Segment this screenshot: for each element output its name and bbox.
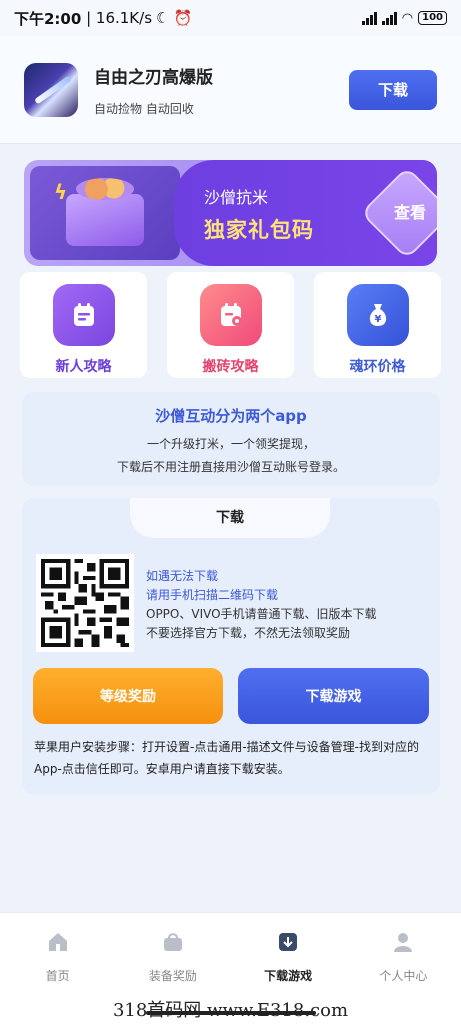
network-speed: 16.1K/s (95, 9, 153, 27)
status-icons: ◠ 100 (361, 10, 447, 26)
tile-label: 新人攻略 (55, 359, 112, 375)
signal-icon (381, 11, 397, 25)
tile-label: 搬砖攻略 (202, 359, 259, 375)
watermark: 318首码网 www.E318.com (112, 1000, 349, 1021)
level-reward-button[interactable]: 等级奖励 (33, 668, 223, 724)
qr-code (36, 554, 134, 652)
info-line: 下载后不用注册直接用沙僧互动账号登录。 (116, 460, 345, 474)
gift-code-banner[interactable]: ϟ 沙僧抗米 独家礼包码 查看 (24, 160, 437, 266)
user-icon (392, 931, 414, 953)
hint-line: OPPO、VIVO手机请普通下载、旧版本下载 (146, 607, 377, 621)
signal-icon (361, 11, 377, 25)
download-game-button[interactable]: 下载游戏 (238, 668, 429, 724)
alarm-icon: ⏰ (173, 9, 193, 27)
home-icon (47, 931, 69, 953)
nav-label: 首页 (45, 969, 70, 983)
battery-icon: 100 (418, 11, 447, 25)
download-card: 下载 如遇无法下载 请用手机扫描二维码下载 OPPO、VIVO手机请普通下载、旧 (22, 498, 440, 794)
svg-text:¥: ¥ (374, 314, 381, 325)
tile-soul-ring-price[interactable]: ¥ 魂环价格 (314, 272, 441, 378)
moon-icon: ☾ (156, 9, 170, 27)
gift-box-illustration: ϟ (30, 166, 180, 260)
status-separator: | (81, 9, 96, 27)
download-section-title: 下载 (130, 498, 330, 538)
nav-label: 下载游戏 (264, 969, 313, 983)
tile-label: 魂环价格 (349, 359, 406, 375)
banner-content: 沙僧抗米 独家礼包码 查看 (174, 160, 437, 266)
hint-line: 请用手机扫描二维码下载 (146, 588, 279, 602)
info-card: 沙僧互动分为两个app 一个升级打米，一个领奖提现， 下载后不用注册直接用沙僧互… (22, 392, 440, 486)
view-button[interactable]: 查看 (390, 200, 430, 226)
hint-line: 如遇无法下载 (146, 569, 219, 583)
app-title: 自由之刃高爆版 (94, 67, 213, 88)
banner-subtitle: 沙僧抗米 (204, 188, 269, 207)
app-header: 自由之刃高爆版 自动捡物 自动回收 下载 (0, 36, 461, 144)
shortcut-tiles: 新人攻略 搬砖攻略 ¥ 魂环价格 (20, 272, 441, 378)
info-title: 沙僧互动分为两个app (155, 407, 307, 425)
download-box-icon (277, 931, 299, 953)
clipboard-icon (52, 284, 115, 346)
tile-newbie-guide[interactable]: 新人攻略 (20, 272, 147, 378)
tile-brick-guide[interactable]: 搬砖攻略 (167, 272, 294, 378)
header-download-button[interactable]: 下载 (349, 69, 437, 110)
app-info: 自由之刃高爆版 自动捡物 自动回收 (94, 63, 213, 117)
app-subtitle: 自动捡物 自动回收 (94, 101, 194, 116)
status-bar: 下午2:00 | 16.1K/s ☾ ⏰ ◠ 100 (0, 0, 461, 36)
game-icon (24, 62, 78, 117)
wifi-icon: ◠ (401, 10, 414, 26)
money-bag-icon: ¥ (346, 284, 409, 346)
nav-label: 装备奖励 (148, 969, 197, 983)
nav-label: 个人中心 (379, 969, 428, 983)
install-instructions: 苹果用户安装步骤：打开设置-点击通用-描述文件与设备管理-找到对应的App-点击… (34, 740, 419, 776)
bag-icon (162, 931, 184, 953)
download-hints: 如遇无法下载 请用手机扫描二维码下载 OPPO、VIVO手机请普通下载、旧版本下… (146, 567, 377, 643)
gift-box-icon (66, 178, 144, 246)
calendar-icon (199, 284, 262, 346)
info-line: 一个升级打米，一个领奖提现， (146, 437, 315, 451)
status-time: 下午2:00 (14, 9, 82, 28)
banner-title: 独家礼包码 (204, 218, 314, 242)
hint-line: 不要选择官方下载，不然无法领取奖励 (146, 626, 351, 640)
